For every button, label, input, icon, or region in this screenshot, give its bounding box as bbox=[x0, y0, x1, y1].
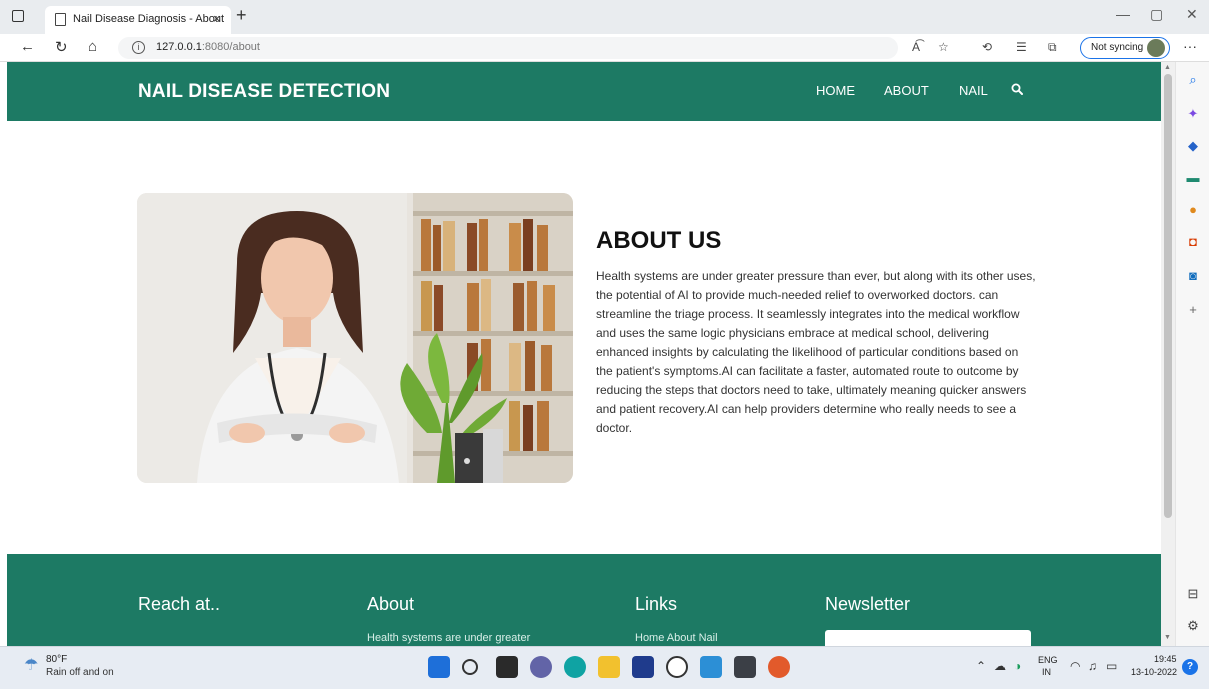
wifi-icon[interactable]: ◠ bbox=[1070, 659, 1080, 673]
tab-actions-icon[interactable] bbox=[12, 10, 24, 22]
file-explorer-icon[interactable] bbox=[598, 656, 620, 678]
refresh-icon[interactable]: ↻ bbox=[55, 38, 68, 56]
battery-icon[interactable]: ▭ bbox=[1106, 659, 1117, 673]
footer-about-heading: About bbox=[367, 594, 415, 614]
taskbar-search-icon[interactable] bbox=[462, 659, 478, 675]
browser-window: Nail Disease Diagnosis - About × + — ▢ ✕… bbox=[0, 0, 1209, 689]
sidebar-search-icon[interactable]: ⌕ bbox=[1185, 72, 1201, 88]
footer-links-heading: Links bbox=[635, 594, 678, 614]
page-scrollbar[interactable]: ▲ ▼ bbox=[1161, 62, 1175, 646]
new-tab-button[interactable]: + bbox=[236, 5, 247, 26]
windows-taskbar: ☂ 80°F Rain off and on ⌃ ☁ ◑ ENG IN ◠ ♫ … bbox=[0, 646, 1209, 689]
site-brand[interactable]: NAIL DISEASE DETECTION bbox=[138, 81, 390, 103]
edge-sidebar: ⌕ ✦ ◆ ▬ ● ◘ ◙ + ⊟ ⚙ bbox=[1175, 62, 1209, 646]
language-region[interactable]: IN bbox=[1042, 667, 1051, 677]
read-aloud-icon[interactable]: A͡ bbox=[912, 40, 920, 54]
sync-label: Not syncing bbox=[1091, 42, 1144, 53]
weather-temperature[interactable]: 80°F bbox=[46, 654, 67, 665]
scroll-up-arrow-icon[interactable]: ▲ bbox=[1164, 64, 1171, 71]
tray-app-icon[interactable]: ◑ bbox=[1014, 659, 1021, 673]
favorites-icon[interactable]: ☰ bbox=[1016, 40, 1027, 54]
url-path: :8080/about bbox=[201, 41, 260, 53]
more-icon[interactable]: ··· bbox=[1183, 38, 1197, 54]
tab-bar: Nail Disease Diagnosis - About × + — ▢ ✕ bbox=[0, 0, 1209, 34]
site-info-icon[interactable]: i bbox=[132, 41, 145, 54]
clock-time[interactable]: 19:45 bbox=[1154, 654, 1177, 664]
page-icon bbox=[55, 13, 66, 26]
site-footer: Reach at.. About Health systems are unde… bbox=[7, 554, 1161, 646]
onedrive-cloud-icon[interactable]: ☁ bbox=[994, 659, 1006, 673]
chrome-icon[interactable] bbox=[768, 656, 790, 678]
copilot-icon[interactable]: ✦ bbox=[1185, 106, 1201, 122]
restore-button[interactable]: ▢ bbox=[1150, 6, 1163, 23]
minimize-button[interactable]: — bbox=[1116, 6, 1130, 22]
terminal-icon[interactable] bbox=[734, 656, 756, 678]
scroll-thumb[interactable] bbox=[1164, 74, 1172, 518]
tab-title: Nail Disease Diagnosis - About bbox=[73, 13, 225, 25]
url-host: 127.0.0.1 bbox=[156, 41, 202, 53]
avatar bbox=[1147, 39, 1165, 57]
search-icon[interactable] bbox=[1011, 83, 1023, 95]
nav-nail[interactable]: NAIL bbox=[959, 83, 988, 98]
notification-badge[interactable]: ? bbox=[1182, 659, 1198, 675]
favorite-star-icon[interactable]: ☆ bbox=[938, 40, 949, 54]
page-viewport: NAIL DISEASE DETECTION HOME ABOUT NAIL A… bbox=[7, 62, 1161, 646]
doctor-photo bbox=[137, 193, 573, 483]
newsletter-email-input[interactable] bbox=[825, 630, 1031, 646]
shopping-tag-icon[interactable]: ◆ bbox=[1185, 138, 1201, 154]
profile-sync-button[interactable]: Not syncing bbox=[1080, 37, 1170, 59]
outlook-icon[interactable]: ◙ bbox=[1185, 268, 1201, 284]
task-view-icon[interactable] bbox=[496, 656, 518, 678]
extensions-icon[interactable]: ⟲ bbox=[982, 40, 992, 54]
sidebar-collapse-icon[interactable]: ⊟ bbox=[1185, 586, 1201, 602]
volume-icon[interactable]: ♫ bbox=[1088, 659, 1097, 673]
games-icon[interactable]: ● bbox=[1185, 202, 1201, 218]
nav-home[interactable]: HOME bbox=[816, 83, 855, 98]
about-heading: ABOUT US bbox=[596, 227, 722, 254]
weather-umbrella-icon[interactable]: ☂ bbox=[24, 655, 38, 675]
url-text[interactable]: 127.0.0.1:8080/about bbox=[156, 41, 260, 53]
language-code[interactable]: ENG bbox=[1038, 655, 1058, 665]
collections-icon[interactable]: ⧉ bbox=[1048, 40, 1057, 55]
edge-browser-icon[interactable] bbox=[564, 656, 586, 678]
address-bar[interactable]: i 127.0.0.1:8080/about bbox=[118, 37, 898, 59]
nav-about[interactable]: ABOUT bbox=[884, 83, 929, 98]
dell-icon[interactable] bbox=[666, 656, 688, 678]
office-icon[interactable]: ◘ bbox=[1185, 234, 1201, 250]
start-windows-icon[interactable] bbox=[428, 656, 450, 678]
footer-about-text: Health systems are under greater bbox=[367, 632, 531, 644]
footer-links[interactable]: Home About Nail bbox=[635, 632, 718, 644]
chat-icon[interactable] bbox=[530, 656, 552, 678]
scroll-down-arrow-icon[interactable]: ▼ bbox=[1164, 634, 1171, 641]
weather-description[interactable]: Rain off and on bbox=[46, 667, 114, 678]
active-tab[interactable]: Nail Disease Diagnosis - About × bbox=[45, 6, 231, 34]
about-paragraph: Health systems are under greater pressur… bbox=[596, 269, 1036, 435]
back-icon[interactable]: ← bbox=[20, 38, 35, 55]
clock-date[interactable]: 13-10-2022 bbox=[1131, 667, 1177, 677]
footer-newsletter-heading: Newsletter bbox=[825, 594, 911, 614]
sidebar-settings-gear-icon[interactable]: ⚙ bbox=[1185, 618, 1201, 634]
close-window-button[interactable]: ✕ bbox=[1186, 6, 1198, 23]
add-sidebar-app-icon[interactable]: + bbox=[1185, 302, 1201, 318]
footer-reach-heading: Reach at.. bbox=[138, 594, 221, 614]
tools-icon[interactable]: ▬ bbox=[1185, 170, 1201, 186]
tray-chevron-icon[interactable]: ⌃ bbox=[976, 659, 986, 673]
store-icon[interactable] bbox=[632, 656, 654, 678]
home-icon[interactable]: ⌂ bbox=[88, 38, 97, 55]
address-toolbar: ← ↻ ⌂ i 127.0.0.1:8080/about A͡ ☆ ⟲ ☰ ⧉ … bbox=[0, 34, 1209, 62]
site-header: NAIL DISEASE DETECTION HOME ABOUT NAIL bbox=[7, 62, 1161, 121]
tab-close-button[interactable]: × bbox=[213, 11, 221, 26]
security-shield-icon[interactable] bbox=[700, 656, 722, 678]
